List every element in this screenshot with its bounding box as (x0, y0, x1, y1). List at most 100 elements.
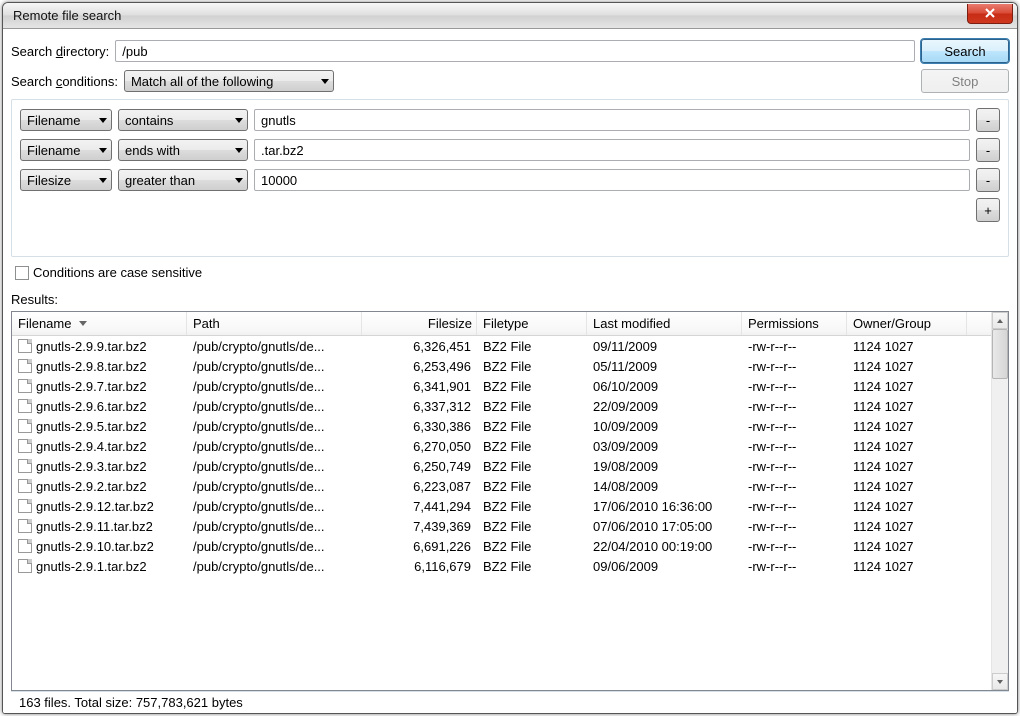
cell-filename: gnutls-2.9.4.tar.bz2 (36, 439, 147, 454)
cell-filename: gnutls-2.9.6.tar.bz2 (36, 399, 147, 414)
cell-permissions: -rw-r--r-- (742, 539, 847, 554)
cell-lastmodified: 14/08/2009 (587, 479, 742, 494)
table-row[interactable]: gnutls-2.9.2.tar.bz2 /pub/crypto/gnutls/… (12, 476, 991, 496)
condition-op-select[interactable]: greater than (118, 169, 248, 191)
cell-filename: gnutls-2.9.7.tar.bz2 (36, 379, 147, 394)
cell-filetype: BZ2 File (477, 399, 587, 414)
window-title: Remote file search (13, 8, 967, 23)
condition-row: Filename contains - (20, 108, 1000, 132)
search-button[interactable]: Search (921, 39, 1009, 63)
condition-field-select[interactable]: Filename (20, 109, 112, 131)
cell-filename: gnutls-2.9.5.tar.bz2 (36, 419, 147, 434)
file-icon (18, 559, 32, 573)
column-owner[interactable]: Owner/Group (847, 312, 967, 335)
cell-lastmodified: 10/09/2009 (587, 419, 742, 434)
cell-permissions: -rw-r--r-- (742, 519, 847, 534)
case-sensitive-checkbox[interactable] (15, 266, 29, 280)
condition-value-input[interactable] (254, 139, 970, 161)
conditions-mode-select[interactable]: Match all of the following (124, 70, 334, 92)
close-button[interactable] (967, 4, 1013, 24)
cell-filename: gnutls-2.9.3.tar.bz2 (36, 459, 147, 474)
column-path[interactable]: Path (187, 312, 362, 335)
cell-lastmodified: 06/10/2009 (587, 379, 742, 394)
chevron-down-icon (235, 148, 243, 153)
cell-permissions: -rw-r--r-- (742, 439, 847, 454)
cell-filetype: BZ2 File (477, 479, 587, 494)
cell-path: /pub/crypto/gnutls/de... (187, 399, 362, 414)
scroll-up-button[interactable] (992, 312, 1008, 329)
scroll-thumb[interactable] (992, 329, 1008, 379)
cell-filetype: BZ2 File (477, 339, 587, 354)
table-row[interactable]: gnutls-2.9.1.tar.bz2 /pub/crypto/gnutls/… (12, 556, 991, 576)
chevron-down-icon (99, 178, 107, 183)
cell-filesize: 6,330,386 (362, 419, 477, 434)
column-permissions[interactable]: Permissions (742, 312, 847, 335)
remove-condition-button[interactable]: - (976, 138, 1000, 162)
table-row[interactable]: gnutls-2.9.8.tar.bz2 /pub/crypto/gnutls/… (12, 356, 991, 376)
add-condition-button[interactable]: + (976, 198, 1000, 222)
file-icon (18, 459, 32, 473)
search-directory-input[interactable] (115, 40, 915, 62)
condition-op-select[interactable]: contains (118, 109, 248, 131)
cell-owner: 1124 1027 (847, 559, 967, 574)
cell-filetype: BZ2 File (477, 519, 587, 534)
remove-condition-button[interactable]: - (976, 108, 1000, 132)
cell-filename: gnutls-2.9.11.tar.bz2 (36, 519, 153, 534)
cell-path: /pub/crypto/gnutls/de... (187, 459, 362, 474)
table-row[interactable]: gnutls-2.9.12.tar.bz2 /pub/crypto/gnutls… (12, 496, 991, 516)
cell-lastmodified: 19/08/2009 (587, 459, 742, 474)
cell-filesize: 6,341,901 (362, 379, 477, 394)
condition-op-select[interactable]: ends with (118, 139, 248, 161)
table-row[interactable]: gnutls-2.9.10.tar.bz2 /pub/crypto/gnutls… (12, 536, 991, 556)
search-directory-label: Search directory: (11, 44, 109, 59)
client-area: Search directory: Search Search conditio… (3, 29, 1017, 713)
case-sensitive-label: Conditions are case sensitive (33, 265, 202, 280)
cell-filetype: BZ2 File (477, 419, 587, 434)
remove-condition-button[interactable]: - (976, 168, 1000, 192)
cell-filesize: 6,691,226 (362, 539, 477, 554)
titlebar[interactable]: Remote file search (3, 3, 1017, 29)
cell-filesize: 6,250,749 (362, 459, 477, 474)
cell-permissions: -rw-r--r-- (742, 419, 847, 434)
cell-permissions: -rw-r--r-- (742, 499, 847, 514)
condition-field-select[interactable]: Filesize (20, 169, 112, 191)
table-row[interactable]: gnutls-2.9.4.tar.bz2 /pub/crypto/gnutls/… (12, 436, 991, 456)
file-icon (18, 479, 32, 493)
table-row[interactable]: gnutls-2.9.6.tar.bz2 /pub/crypto/gnutls/… (12, 396, 991, 416)
table-row[interactable]: gnutls-2.9.7.tar.bz2 /pub/crypto/gnutls/… (12, 376, 991, 396)
vertical-scrollbar[interactable] (991, 312, 1008, 690)
cell-filename: gnutls-2.9.9.tar.bz2 (36, 339, 147, 354)
cell-lastmodified: 22/04/2010 00:19:00 (587, 539, 742, 554)
cell-filetype: BZ2 File (477, 499, 587, 514)
file-icon (18, 519, 32, 533)
column-filename[interactable]: Filename (12, 312, 187, 335)
cell-path: /pub/crypto/gnutls/de... (187, 439, 362, 454)
cell-filesize: 7,441,294 (362, 499, 477, 514)
conditions-group: Filename contains - Filename ends with -… (11, 99, 1009, 257)
file-icon (18, 439, 32, 453)
condition-value-input[interactable] (254, 109, 970, 131)
table-row[interactable]: gnutls-2.9.3.tar.bz2 /pub/crypto/gnutls/… (12, 456, 991, 476)
stop-button[interactable]: Stop (921, 69, 1009, 93)
cell-filename: gnutls-2.9.2.tar.bz2 (36, 479, 147, 494)
table-row[interactable]: gnutls-2.9.5.tar.bz2 /pub/crypto/gnutls/… (12, 416, 991, 436)
condition-value-input[interactable] (254, 169, 970, 191)
chevron-down-icon (321, 79, 329, 84)
condition-field-select[interactable]: Filename (20, 139, 112, 161)
cell-permissions: -rw-r--r-- (742, 359, 847, 374)
column-filesize[interactable]: Filesize (362, 312, 477, 335)
column-lastmodified[interactable]: Last modified (587, 312, 742, 335)
table-row[interactable]: gnutls-2.9.9.tar.bz2 /pub/crypto/gnutls/… (12, 336, 991, 356)
cell-owner: 1124 1027 (847, 519, 967, 534)
chevron-down-icon (235, 118, 243, 123)
column-filetype[interactable]: Filetype (477, 312, 587, 335)
cell-permissions: -rw-r--r-- (742, 459, 847, 474)
scroll-down-button[interactable] (992, 673, 1008, 690)
cell-lastmodified: 05/11/2009 (587, 359, 742, 374)
status-text: 163 files. Total size: 757,783,621 bytes (19, 695, 243, 710)
cell-owner: 1124 1027 (847, 339, 967, 354)
file-icon (18, 379, 32, 393)
cell-filesize: 6,223,087 (362, 479, 477, 494)
cell-lastmodified: 22/09/2009 (587, 399, 742, 414)
table-row[interactable]: gnutls-2.9.11.tar.bz2 /pub/crypto/gnutls… (12, 516, 991, 536)
